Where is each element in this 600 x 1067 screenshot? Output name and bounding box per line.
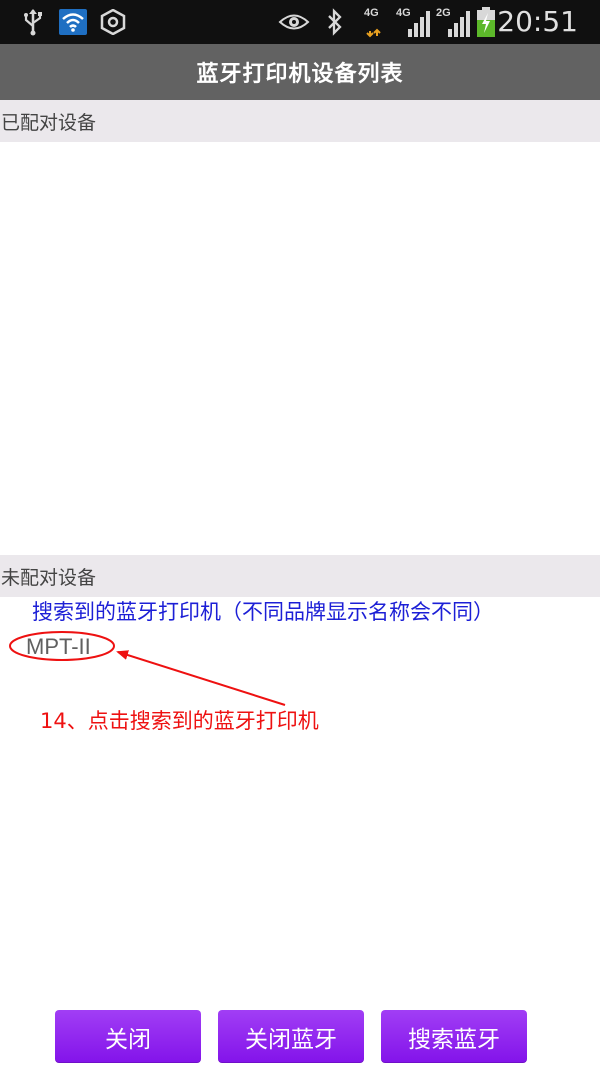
unpaired-section-header: 未配对设备: [0, 555, 600, 597]
unpaired-section-label: 未配对设备: [1, 566, 97, 589]
device-list-item[interactable]: MPT-II: [0, 627, 600, 667]
network-tag-4g: 4G: [364, 7, 379, 19]
page-title: 蓝牙打印机设备列表: [196, 62, 404, 87]
annotation-note-red: 14、点击搜索到的蓝牙打印机: [40, 709, 319, 733]
settings-hexagon-icon: [100, 0, 126, 44]
eye-icon: [278, 0, 310, 44]
bluetooth-icon: [324, 0, 346, 44]
annotation-note-blue: 搜索到的蓝牙打印机（不同品牌显示名称会不同）: [32, 600, 494, 624]
paired-section-label: 已配对设备: [1, 111, 97, 134]
network-tag-4g-2: 4G: [396, 7, 411, 19]
search-bluetooth-button[interactable]: 搜索蓝牙: [381, 1010, 527, 1063]
clock: 20:51: [497, 5, 578, 38]
battery-charging-icon: [474, 0, 498, 44]
device-name[interactable]: MPT-II: [26, 634, 91, 660]
title-bar: 蓝牙打印机设备列表: [0, 44, 600, 100]
status-bar: 4G 4G 2G 20:51: [0, 0, 600, 44]
close-button[interactable]: 关闭: [55, 1010, 201, 1063]
paired-section-header: 已配对设备: [0, 100, 600, 142]
network-tag-2g: 2G: [436, 7, 451, 19]
usb-icon: [20, 0, 46, 44]
paired-device-list: [0, 142, 600, 555]
wifi-icon: [58, 0, 88, 44]
close-bluetooth-button[interactable]: 关闭蓝牙: [218, 1010, 364, 1063]
